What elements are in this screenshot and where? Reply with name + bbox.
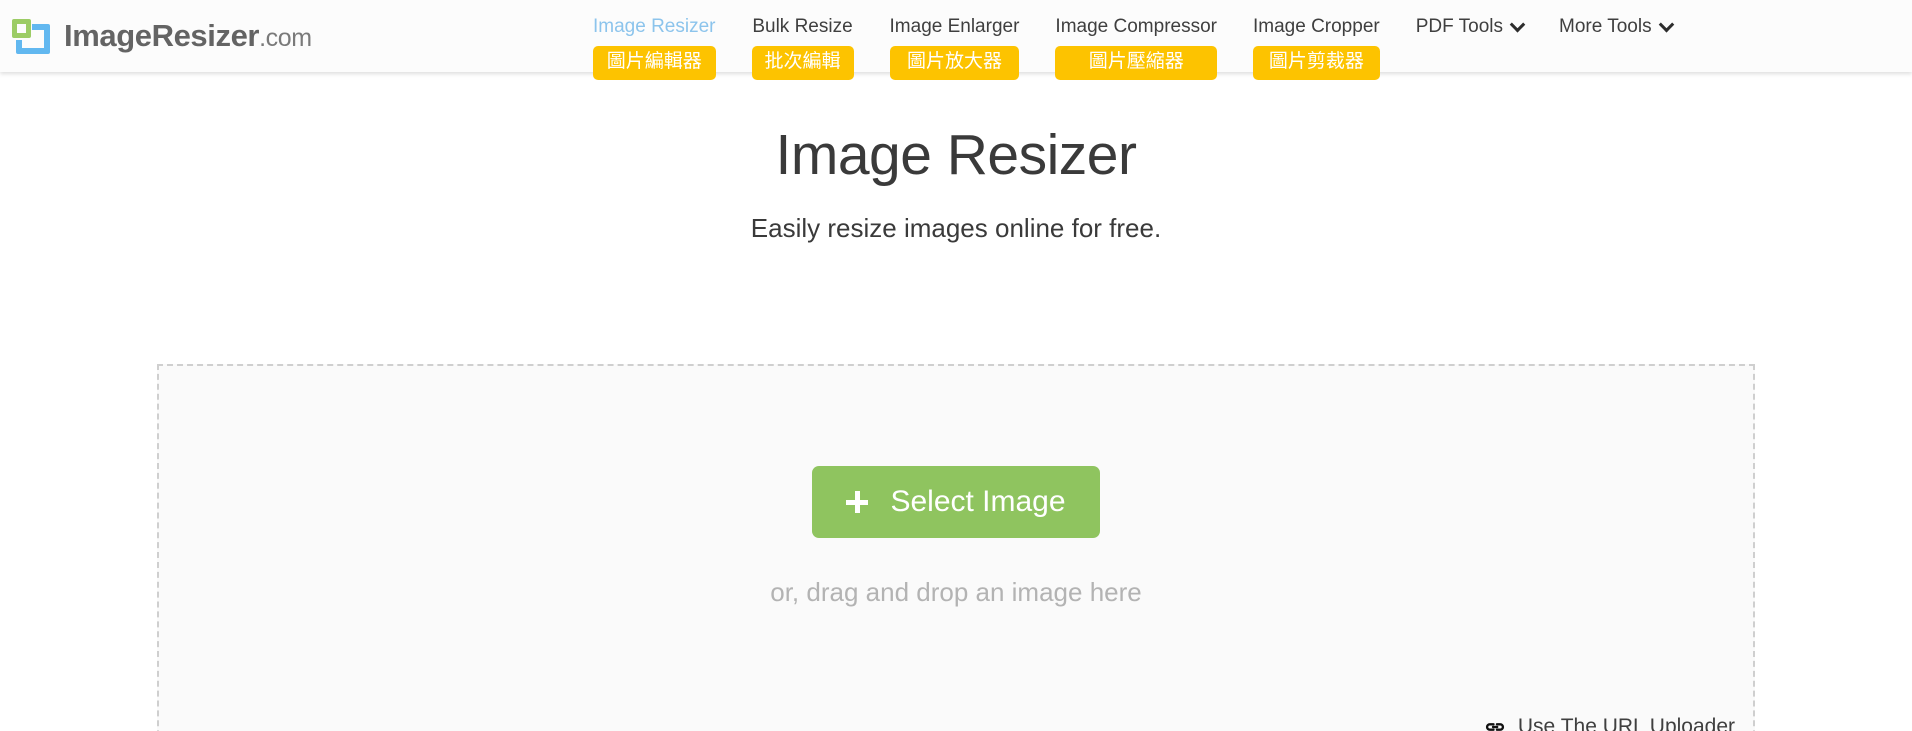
nav-item-image-enlarger[interactable]: Image Enlarger 圖片放大器 [872, 0, 1038, 80]
nav-label-image-cropper: Image Cropper [1252, 16, 1380, 37]
nav-item-more-tools[interactable]: More Tools [1541, 0, 1690, 38]
nav-link-image-enlarger[interactable]: Image Enlarger [890, 16, 1020, 38]
nav-badge-image-enlarger[interactable]: 圖片放大器 [889, 46, 1020, 80]
nav-link-more-tools[interactable]: More Tools [1559, 16, 1674, 38]
page-subtitle: Easily resize images online for free. [750, 212, 1162, 243]
green-square-outline-icon [12, 19, 31, 38]
nav-badge-image-resizer[interactable]: 圖片編輯器 [593, 46, 716, 80]
nav-item-image-resizer[interactable]: Image Resizer 圖片編輯器 [575, 0, 734, 80]
select-image-label: Select Image [890, 485, 1066, 518]
logo-name: ImageResizer [64, 18, 260, 53]
nav-label-image-enlarger: Image Enlarger [889, 16, 1020, 37]
nav-badge-image-cropper[interactable]: 圖片剪裁器 [1252, 46, 1380, 80]
page-title: Image Resizer [775, 123, 1137, 187]
nav-badge-image-compressor[interactable]: 圖片壓縮器 [1055, 46, 1217, 80]
nav-label-bulk-resize: Bulk Resize [752, 16, 853, 37]
nav-item-bulk-resize[interactable]: Bulk Resize 批次編輯 [734, 0, 872, 80]
site-logo[interactable]: ImageResizer.com [8, 13, 312, 59]
nav-link-bulk-resize[interactable]: Bulk Resize [752, 16, 852, 38]
nav-label-image-resizer: Image Resizer [593, 16, 716, 37]
nav-link-image-resizer[interactable]: Image Resizer [593, 16, 716, 38]
logo-wordmark: ImageResizer.com [64, 18, 312, 54]
nav-link-pdf-tools[interactable]: PDF Tools [1415, 16, 1526, 38]
nav-link-image-cropper[interactable]: Image Cropper [1253, 16, 1380, 38]
header-inner: ImageResizer.com Image Resizer 圖片編輯器 Bul… [0, 0, 1912, 80]
link-chain-icon [1485, 723, 1504, 731]
nav-item-pdf-tools[interactable]: PDF Tools [1398, 0, 1541, 38]
nav-label-pdf-tools: PDF Tools [1415, 16, 1504, 37]
nav-badge-bulk-resize[interactable]: 批次編輯 [751, 46, 854, 80]
nav-label-more-tools: More Tools [1559, 16, 1652, 37]
chevron-down-icon [1509, 16, 1526, 32]
url-uploader-label: Use The URL Uploader [1517, 715, 1735, 731]
chevron-down-icon [1658, 16, 1674, 32]
nav-item-image-cropper[interactable]: Image Cropper 圖片剪裁器 [1235, 0, 1398, 80]
logo-tld: .com [259, 24, 312, 52]
site-header: ImageResizer.com Image Resizer 圖片編輯器 Bul… [0, 0, 1912, 80]
nav-link-image-compressor[interactable]: Image Compressor [1055, 16, 1217, 38]
logo-mark [8, 13, 54, 59]
nav-label-image-compressor: Image Compressor [1055, 16, 1217, 37]
main-content: Image Resizer Easily resize images onlin… [0, 72, 1912, 731]
main-navigation: Image Resizer 圖片編輯器 Bulk Resize 批次編輯 Ima… [575, 0, 1690, 80]
drag-drop-hint: or, drag and drop an image here [770, 577, 1142, 607]
dropzone-center: Select Image or, drag and drop an image … [159, 466, 1753, 608]
plus-icon [846, 491, 869, 513]
nav-item-image-compressor[interactable]: Image Compressor 圖片壓縮器 [1037, 0, 1235, 80]
select-image-button[interactable]: Select Image [812, 466, 1100, 538]
url-uploader-link[interactable]: Use The URL Uploader [1477, 712, 1739, 731]
image-dropzone[interactable]: Select Image or, drag and drop an image … [157, 364, 1755, 731]
